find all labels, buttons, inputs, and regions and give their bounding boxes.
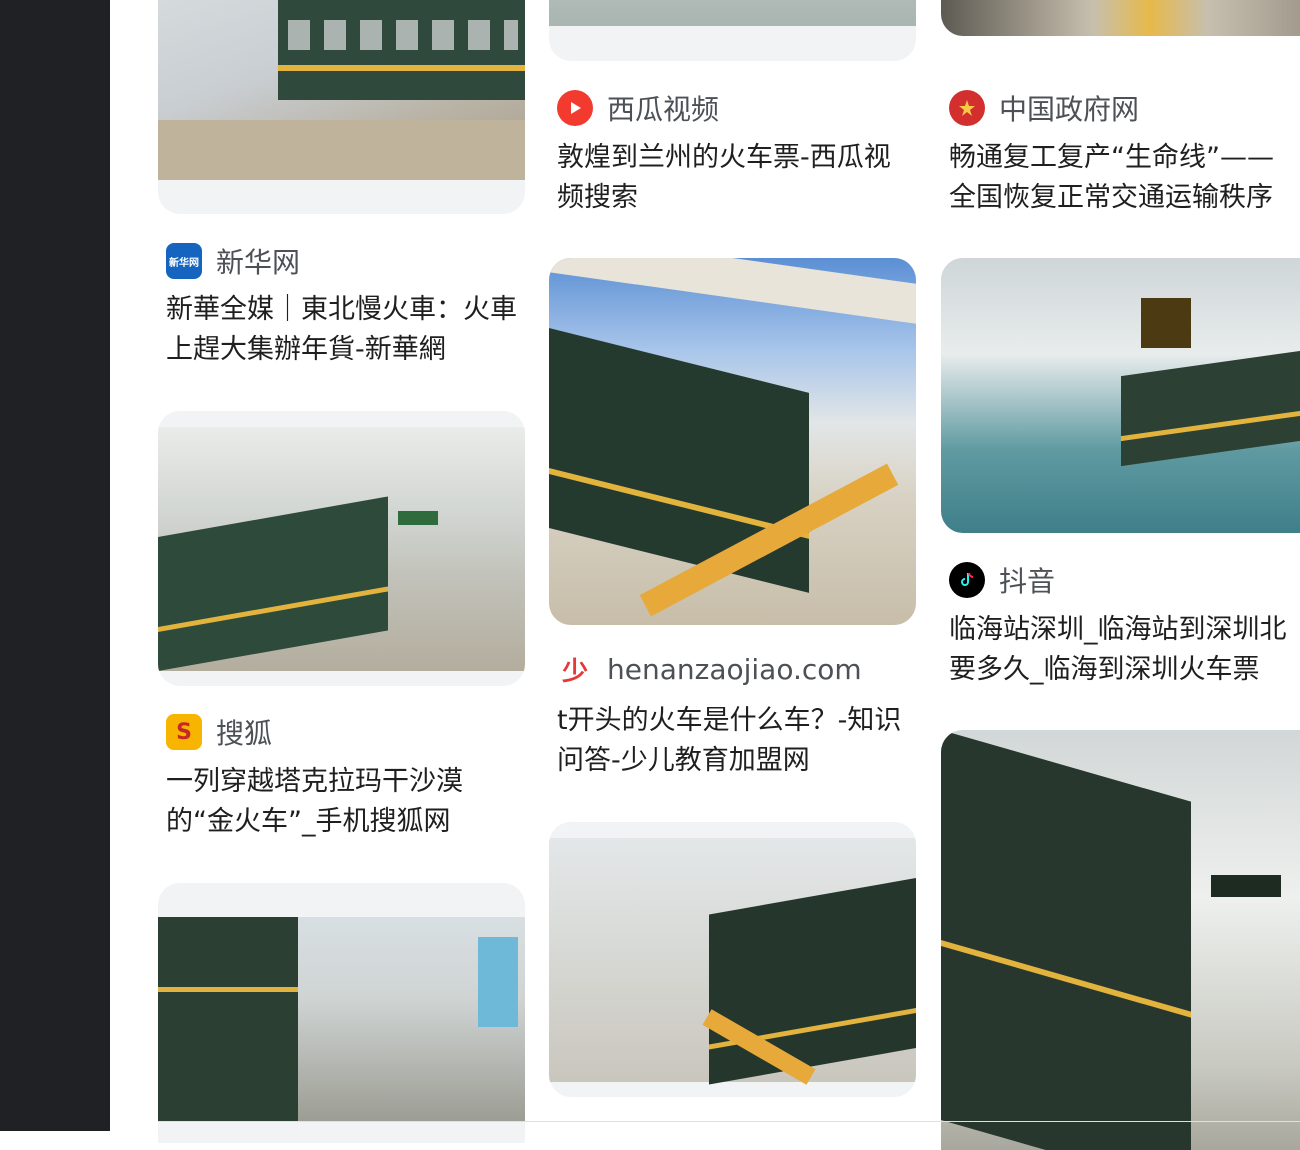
train-photo xyxy=(549,258,916,625)
image-thumb-2[interactable] xyxy=(549,0,916,61)
result-title-3[interactable]: 畅通复工复产“生命线”——全国恢复正常交通运输秩序 xyxy=(949,138,1299,218)
image-thumb-6[interactable] xyxy=(941,258,1300,533)
train-photo xyxy=(549,838,916,1085)
image-thumb-7[interactable] xyxy=(158,883,525,1143)
source-row-5[interactable]: 少 henanzaojiao.com xyxy=(557,651,862,687)
image-thumb-8[interactable] xyxy=(549,822,916,1097)
national-emblem-icon xyxy=(949,90,985,126)
xigua-play-icon xyxy=(557,90,593,126)
image-thumb-4[interactable] xyxy=(158,411,525,686)
source-row-3[interactable]: 中国政府网 xyxy=(949,88,1139,128)
xinhua-logo-icon: 新华网 xyxy=(166,243,202,279)
image-thumb-9[interactable] xyxy=(941,730,1300,1150)
train-photo xyxy=(941,0,1300,36)
source-name: 西瓜视频 xyxy=(607,93,720,126)
train-photo xyxy=(941,730,1300,1150)
train-photo xyxy=(158,0,525,180)
source-row-6[interactable]: 抖音 xyxy=(949,560,1055,600)
train-photo xyxy=(549,0,916,26)
result-title-6[interactable]: 临海站深圳_临海站到深圳北要多久_临海到深圳火车票 xyxy=(949,610,1299,690)
divider xyxy=(158,1121,1300,1122)
train-photo xyxy=(158,427,525,671)
image-thumb-1[interactable] xyxy=(158,0,525,214)
source-name: 搜狐 xyxy=(216,717,273,750)
source-name: 抖音 xyxy=(999,565,1056,598)
result-title-1[interactable]: 新華全媒｜東北慢火車：火車上趕大集辦年貨-新華網 xyxy=(166,290,526,370)
result-title-5[interactable]: t开头的火车是什么车？-知识问答-少儿教育加盟网 xyxy=(557,701,907,781)
source-name: 新华网 xyxy=(216,246,301,279)
douyin-logo-icon xyxy=(949,562,985,598)
source-row-1[interactable]: 新华网 新华网 xyxy=(166,241,300,281)
source-row-4[interactable]: S 搜狐 xyxy=(166,712,272,752)
source-name: 中国政府网 xyxy=(999,93,1140,126)
train-photo xyxy=(941,258,1300,533)
sohu-logo-icon: S xyxy=(166,714,202,750)
image-thumb-3[interactable] xyxy=(941,0,1300,36)
left-sidebar xyxy=(0,0,110,1131)
shao-logo-icon: 少 xyxy=(557,651,593,687)
image-thumb-5[interactable] xyxy=(549,258,916,625)
source-row-2[interactable]: 西瓜视频 xyxy=(557,88,719,128)
train-photo xyxy=(158,917,525,1121)
result-title-4[interactable]: 一列穿越塔克拉玛干沙漠的“金火车”_手机搜狐网 xyxy=(166,762,526,842)
source-name: henanzaojiao.com xyxy=(607,652,862,686)
result-title-2[interactable]: 敦煌到兰州的火车票-西瓜视频搜索 xyxy=(557,138,907,218)
